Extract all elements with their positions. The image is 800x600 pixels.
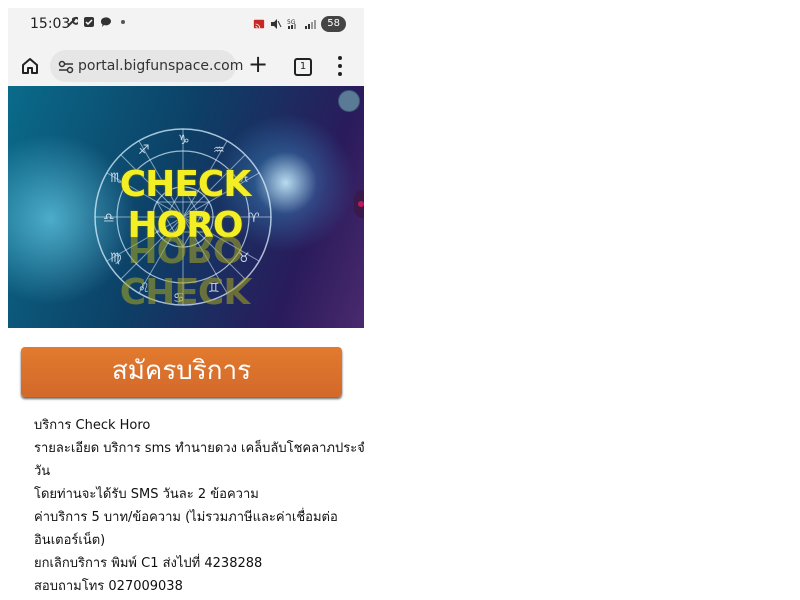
svg-text:♑: ♑ [178, 133, 190, 148]
browser-toolbar: portal.bigfunspace.com + 1 [8, 42, 364, 90]
mute-icon [270, 18, 282, 30]
site-settings-icon[interactable] [58, 59, 74, 74]
checkbox-icon [83, 16, 95, 28]
info-line: ยกเลิกบริการ พิมพ์ C1 ส่งไปที่ 4238288 [34, 556, 263, 571]
info-line: อินเตอร์เน็ต) [34, 533, 106, 548]
banner-image: ♑ ♒ ♓ ♈ ♉ ♊ ♋ ♌ ♍ ♎ ♏ ♐ CHECK HORO CHECK… [8, 86, 364, 328]
service-info: บริการ Check Horo รายละเอียด บริการ sms … [34, 414, 364, 598]
url-text[interactable]: portal.bigfunspace.com [78, 58, 243, 74]
chat-bubble-icon [100, 16, 112, 28]
address-bar[interactable]: portal.bigfunspace.com [50, 50, 243, 82]
wrench-icon [66, 16, 78, 28]
status-icons-left [66, 16, 129, 28]
home-icon[interactable] [20, 56, 40, 76]
status-time: 15:03 [30, 16, 71, 32]
subscribe-button[interactable]: สมัครบริการ [21, 347, 342, 397]
info-line: บริการ Check Horo [34, 418, 151, 433]
svg-text:♐: ♐ [138, 143, 150, 158]
status-bar: 15:03 5G 58 [8, 8, 364, 42]
new-tab-icon[interactable]: + [248, 52, 268, 76]
banner-title-reflection: CHECK HORO [119, 228, 251, 310]
svg-text:♒: ♒ [213, 143, 225, 158]
info-line: วัน [34, 464, 51, 479]
tab-switcher-button[interactable]: 1 [294, 58, 312, 76]
signal-bars-icon [304, 18, 317, 30]
more-menu-icon[interactable] [338, 54, 344, 78]
info-line: รายละเอียด บริการ sms ทำนายดวง เคล็บลับโ… [34, 441, 364, 456]
info-line: สอบถามโทร 027009038 [34, 579, 183, 594]
phone-screen: 15:03 5G 58 portal.bigfunspace.com + 1 ♑… [8, 8, 364, 600]
signal-5g-icon: 5G [287, 18, 299, 30]
cast-icon [253, 18, 265, 30]
dot-icon [117, 16, 129, 28]
info-line: ค่าบริการ 5 บาท/ข้อความ (ไม่รวมภาษีและค่… [34, 510, 338, 525]
status-icons-right: 5G 58 [253, 16, 346, 32]
side-handle-icon[interactable] [354, 190, 364, 218]
info-line: โดยท่านจะได้รับ SMS วันละ 2 ข้อความ [34, 487, 259, 502]
banner-overlay-icon[interactable] [338, 90, 360, 112]
battery-indicator: 58 [321, 16, 346, 32]
